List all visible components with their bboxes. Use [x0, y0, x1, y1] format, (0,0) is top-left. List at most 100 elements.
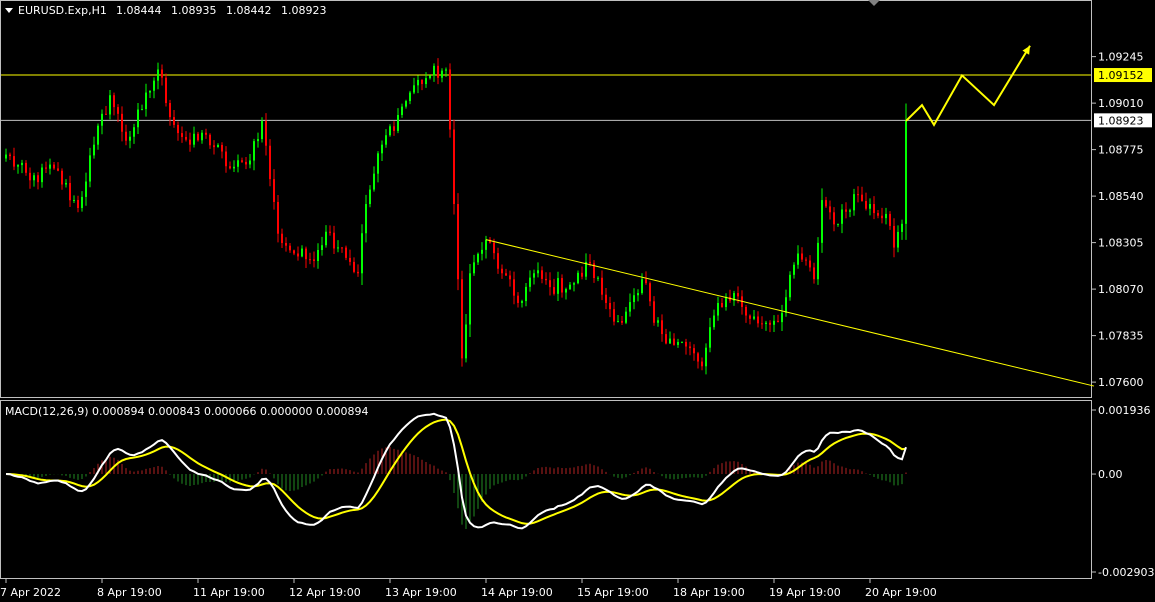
candle-bear [37, 175, 39, 183]
candle-bear [497, 253, 499, 269]
candle-bear [329, 231, 331, 233]
candle-bear [757, 316, 759, 324]
candle-bull [369, 189, 371, 205]
candle-bear [701, 361, 703, 367]
candle-bull [385, 135, 387, 145]
candle-bull [705, 347, 707, 367]
candle-bull [885, 213, 887, 219]
time-tick-label: 7 Apr 2022 [0, 586, 61, 599]
candle-bear [505, 273, 507, 276]
chart-header: EURUSD.Exp,H1 1.08444 1.08935 1.08442 1.… [5, 4, 327, 17]
candle-bull [897, 231, 899, 248]
candle-bull [629, 302, 631, 312]
candle-bear [601, 277, 603, 295]
descending-trendline[interactable] [485, 239, 1095, 387]
candle-bull [237, 160, 239, 167]
candle-bull [317, 250, 319, 262]
candle-bull [93, 144, 95, 156]
candle-bull [253, 141, 255, 161]
symbol-dropdown-icon[interactable] [5, 8, 13, 13]
symbol-label[interactable]: EURUSD.Exp,H1 [18, 4, 107, 17]
candle-bull [373, 173, 375, 190]
candle-bull [481, 249, 483, 254]
candle-bear [77, 199, 79, 208]
candle-bear [121, 113, 123, 132]
candle-bull [901, 223, 903, 232]
candle-bear [357, 271, 359, 274]
candle-bear [645, 279, 647, 284]
candle-bear [893, 225, 895, 248]
candle-bear [541, 270, 543, 279]
candle-bear [689, 346, 691, 349]
candles-group [5, 58, 907, 375]
price-tick-label: 1.08070 [1098, 283, 1144, 296]
candle-bear [881, 215, 883, 219]
candle-bull [625, 311, 627, 323]
ohlc-low: 1.08442 [226, 4, 272, 17]
candle-bear [309, 259, 311, 261]
candle-bear [801, 253, 803, 260]
candle-bull [557, 278, 559, 294]
macd-axis: 0.001936 0.00 -0.002903 [1091, 404, 1154, 579]
candle-bull [469, 273, 471, 325]
candle-bull [781, 312, 783, 323]
candle-bear [437, 65, 439, 78]
candle-bear [281, 233, 283, 244]
candle-bull [753, 316, 755, 319]
candle-bull [565, 289, 567, 293]
candle-bear [861, 194, 863, 202]
candle-bear [189, 139, 191, 145]
candle-bear [809, 260, 811, 268]
candle-bull [101, 113, 103, 126]
candle-bear [889, 213, 891, 226]
candle-bull [797, 253, 799, 265]
time-tick-label: 8 Apr 19:00 [97, 586, 162, 599]
candle-bull [17, 165, 19, 167]
candle-bear [845, 209, 847, 212]
time-tick-label: 20 Apr 19:00 [865, 586, 937, 599]
candle-bull [521, 301, 523, 303]
candle-bull [5, 154, 7, 159]
trendline-group[interactable] [485, 239, 1095, 387]
candle-bull [485, 239, 487, 250]
candle-bear [589, 261, 591, 264]
candle-bear [25, 162, 27, 173]
candle-bear [749, 315, 751, 319]
ohlc-open: 1.08444 [116, 4, 162, 17]
candle-bear [721, 302, 723, 308]
chart-svg[interactable]: 1.09245 1.09010 1.08775 1.08540 1.08305 1.080… [0, 0, 1155, 602]
candle-bear [769, 322, 771, 325]
candle-bull [429, 75, 431, 79]
candle-bull [821, 200, 823, 243]
candle-bear [661, 320, 663, 335]
candle-bull [301, 248, 303, 257]
candle-bear [289, 245, 291, 251]
candle-bull [717, 302, 719, 316]
macd-signal-line [5, 418, 907, 525]
candle-bull [261, 120, 263, 140]
candle-bear [857, 194, 859, 196]
candle-bear [665, 334, 667, 344]
candle-bull [533, 273, 535, 278]
candle-bear [305, 248, 307, 260]
candle-bull [97, 125, 99, 145]
candle-bull [869, 204, 871, 209]
level-badge-label: 1.08923 [1098, 114, 1144, 127]
candle-bull [853, 194, 855, 211]
price-tick-label: 1.08775 [1098, 144, 1144, 157]
candle-bear [553, 287, 555, 294]
candle-bear [745, 306, 747, 316]
price-tick-label: 1.09010 [1098, 97, 1144, 110]
candle-bear [125, 131, 127, 141]
candle-bull [637, 293, 639, 296]
candle-bear [697, 353, 699, 362]
price-panel-border [0, 0, 1092, 398]
candle-bull [677, 342, 679, 345]
candle-bull [405, 101, 407, 107]
candle-bull [137, 109, 139, 128]
candle-bear [813, 267, 815, 280]
candle-bear [185, 136, 187, 140]
candle-bear [117, 107, 119, 114]
candle-bull [425, 78, 427, 85]
scroll-marker-icon[interactable] [868, 0, 880, 6]
